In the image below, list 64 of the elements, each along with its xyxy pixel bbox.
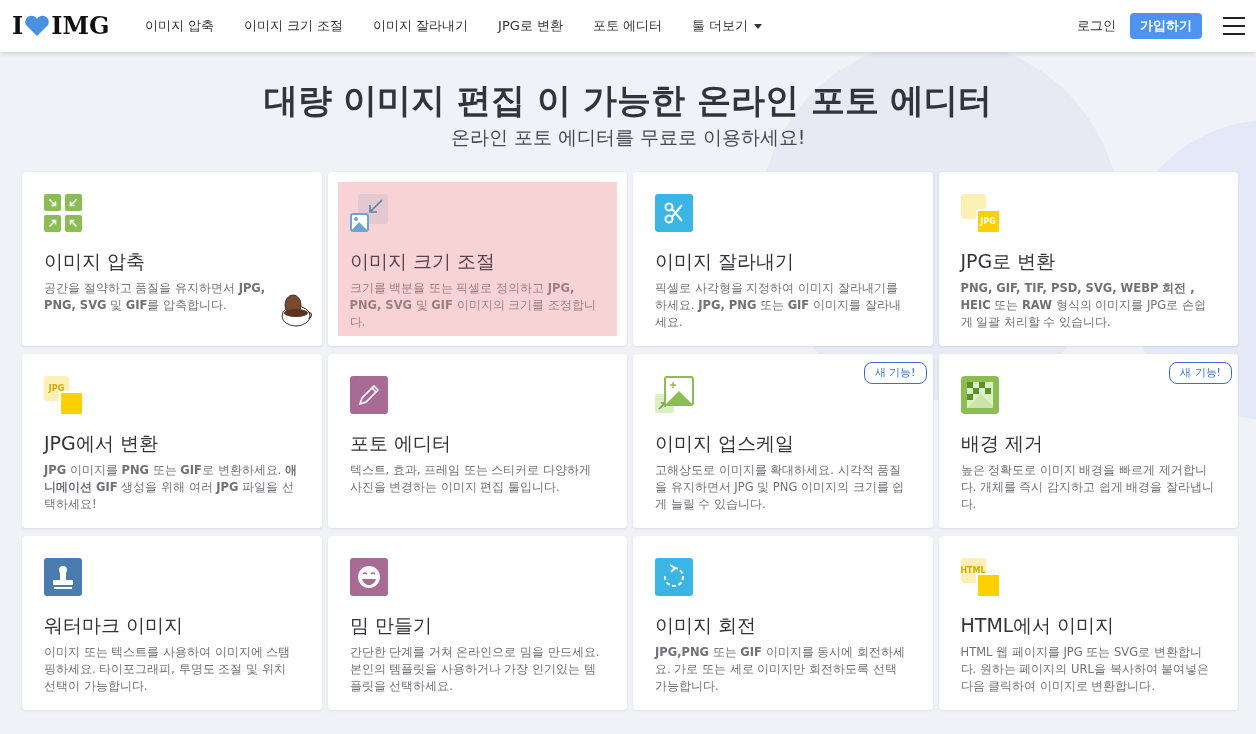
tool-description: 고해상도로 이미지를 확대하세요. 시각적 품질을 유지하면서 JPG 및 PNG 이미지의 크기를 쉽게 늘릴 수 있습니다.	[655, 462, 906, 513]
tool-title: JPG로 변환	[960, 249, 1057, 274]
laughing-face-icon	[349, 558, 388, 596]
tool-title: 이미지 회전	[655, 613, 758, 638]
tool-description: 픽셀로 사각형을 지정하여 이미지 잘라내기를 하세요. JPG, PNG 또는 GIF 이미지를 잘라내세요.	[655, 280, 902, 331]
nav-link[interactable]: 이미지 크기 조절	[228, 16, 358, 36]
tool-card[interactable]: JPG JPG로 변환 PNG, GIF, TIF, PSD, SVG, WEBP 회전 , HEIC 또는 RAW 형식의 이미지를 JPG로 손쉽게 일괄 처리할 수 있습니다.	[938, 172, 1238, 346]
tool-description: 높은 정확도로 이미지 배경을 빠르게 제거합니다. 개체를 즉시 감지하고 쉽게 배경을 잘라냅니다.	[960, 462, 1216, 513]
tool-description: 텍스트, 효과, 프레임 또는 스티커로 다양하게 사진을 변경하는 이미지 편집 툴입니다.	[349, 462, 593, 496]
tool-card[interactable]: 이미지 잘라내기 픽셀로 사각형을 지정하여 이미지 잘라내기를 하세요. JPG, PNG 또는 GIF 이미지를 잘라내세요.	[633, 172, 933, 346]
tool-card[interactable]: JPG JPG에서 변환 JPG 이미지를 PNG 또는 GIF로 변환하세요. 애니메이션 GIF 생성을 위해 여러 JPG 파일을 선택하세요!	[22, 354, 322, 528]
image-background-icon	[960, 376, 999, 414]
tool-description: 이미지 또는 텍스트를 사용하여 이미지에 스탬핑하세요. 타이포그래피, 투명도 조절 및 위치 선택이 가능합니다.	[44, 644, 292, 695]
heart-icon	[24, 15, 51, 37]
tool-title: HTML에서 이미지	[960, 613, 1116, 638]
tool-title: 이미지 업스케일	[655, 431, 796, 456]
nav-link[interactable]: JPG로 변환	[483, 16, 578, 36]
stamp-icon	[44, 558, 82, 596]
tool-title: JPG에서 변환	[44, 431, 159, 456]
tool-title: 밈 만들기	[349, 613, 433, 638]
tool-title: 이미지 잘라내기	[655, 249, 796, 274]
tool-title: 워터마크 이미지	[44, 613, 185, 638]
scissors-icon	[655, 194, 693, 232]
tool-card[interactable]: 배경 제거 높은 정확도로 이미지 배경을 빠르게 제거합니다. 개체를 즉시 감지하고 쉽게 배경을 잘라냅니다. 새 기능!	[938, 354, 1238, 528]
resize-image-icon	[349, 194, 388, 232]
tool-description: 공간을 절약하고 품질을 유지하면서 JPG, PNG, SVG 및 GIF를 압축합니다.	[44, 280, 267, 314]
login-link[interactable]: 로그인	[1073, 16, 1120, 36]
tool-card[interactable]: 이미지 업스케일 고해상도로 이미지를 확대하세요. 시각적 품질을 유지하면서 JPG 및 PNG 이미지의 크기를 쉽게 늘릴 수 있습니다. 새 기능!	[633, 354, 933, 528]
file-type-label: JPG	[980, 215, 996, 228]
tool-card[interactable]: HTML HTML에서 이미지 HTML 웹 페이지를 JPG 또는 SVG로 변환합니다. 원하는 페이지의 URL을 복사하여 붙여넣은 다음 클릭하여 이미지로 변환합니다.	[938, 536, 1238, 710]
tool-description: HTML 웹 페이지를 JPG 또는 SVG로 변환합니다. 원하는 페이지의 URL을 복사하여 붙여넣은 다음 클릭하여 이미지로 변환합니다.	[960, 644, 1211, 695]
tool-description: JPG 이미지를 PNG 또는 GIF로 변환하세요. 애니메이션 GIF 생성을 위해 여러 JPG 파일을 선택하세요!	[44, 462, 298, 513]
compress-arrows-icon	[44, 194, 82, 232]
rotate-icon	[655, 558, 693, 596]
logo-text: IMG	[51, 10, 110, 42]
page-subtitle: 온라인 포토 에디터를 무료로 이용하세요!	[450, 125, 806, 150]
tool-card[interactable]: 워터마크 이미지 이미지 또는 텍스트를 사용하여 이미지에 스탬핑하세요. 타이포그래피, 투명도 조절 및 위치 선택이 가능합니다.	[22, 536, 322, 710]
tool-card[interactable]: 이미지 압축 공간을 절약하고 품질을 유지하면서 JPG, PNG, SVG 및 GIF를 압축합니다.	[22, 172, 322, 346]
tool-card[interactable]: 포토 에디터 텍스트, 효과, 프레임 또는 스티커로 다양하게 사진을 변경하는 이미지 편집 툴입니다.	[327, 354, 627, 528]
tool-card[interactable]: 밈 만들기 간단한 단계를 거쳐 온라인으로 밈을 만드세요. 본인의 템플릿을 사용하거나 가장 인기있는 템플릿을 선택하세요.	[327, 536, 627, 710]
upscale-image-icon	[655, 376, 695, 416]
tool-description: 간단한 단계를 거쳐 온라인으로 밈을 만드세요. 본인의 템플릿을 사용하거나 가장 인기있는 템플릿을 선택하세요.	[349, 644, 601, 695]
new-feature-badge: 새 기능!	[1169, 362, 1232, 384]
tool-description: 크기를 백분율 또는 픽셀로 정의하고 JPG, PNG, SVG 및 GIF 이미지의 크기를 조정합니다.	[349, 280, 597, 331]
file-type-label: HTML	[960, 564, 986, 577]
nav-link[interactable]: 이미지 압축	[129, 16, 229, 36]
tool-title: 이미지 크기 조절	[349, 249, 496, 274]
logo[interactable]: I IMG	[12, 8, 110, 44]
tool-card[interactable]: 이미지 크기 조절 크기를 백분율 또는 픽셀로 정의하고 JPG, PNG, SVG 및 GIF 이미지의 크기를 조정합니다.	[327, 172, 627, 346]
pencil-icon	[349, 376, 388, 414]
logo-letter: I	[12, 10, 24, 42]
page-title: 대량 이미지 편집 이 가능한 온라인 포토 에디터	[263, 79, 993, 122]
tool-description: JPG,PNG 또는 GIF 이미지를 동시에 회전하세요. 가로 또는 세로 이미지만 회전하도록 선택 가능합니다.	[655, 644, 906, 695]
tool-card[interactable]: 이미지 회전 JPG,PNG 또는 GIF 이미지를 동시에 회전하세요. 가로 또는 세로 이미지만 회전하도록 선택 가능합니다.	[633, 536, 933, 710]
new-feature-badge: 새 기능!	[863, 362, 927, 384]
nav-link[interactable]: 툴 더보기	[677, 16, 778, 36]
tool-title: 포토 에디터	[349, 431, 452, 456]
menu-icon[interactable]	[1222, 16, 1246, 36]
tool-description: PNG, GIF, TIF, PSD, SVG, WEBP 회전 , HEIC 또는 RAW 형식의 이미지를 JPG로 손쉽게 일괄 처리할 수 있습니다.	[960, 280, 1207, 331]
nav-link[interactable]: 이미지 잘라내기	[357, 16, 484, 36]
tool-title: 이미지 압축	[44, 249, 147, 274]
nav-link[interactable]: 포토 에디터	[577, 16, 678, 36]
file-type-label: JPG	[48, 382, 65, 395]
tool-title: 배경 제거	[960, 431, 1044, 456]
